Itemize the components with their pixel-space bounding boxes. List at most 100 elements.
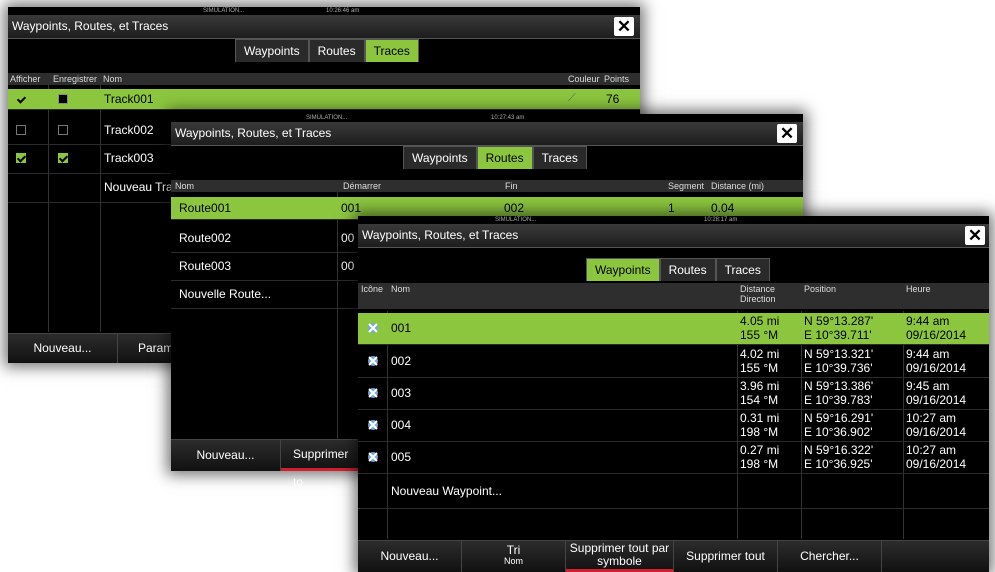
waypoint-direction: 155 °M	[740, 361, 779, 375]
status-time: 10:28:17 am	[704, 217, 738, 223]
waypoints-dialog: SIMULATION... 10:28:17 am Waypoints, Rou…	[358, 216, 989, 572]
tab-traces[interactable]: Traces	[532, 146, 587, 169]
table-row[interactable]: 002 4.02 mi 155 °M N 59°13.321' E 10°39.736'…	[358, 346, 989, 378]
show-checkbox[interactable]	[16, 125, 26, 135]
status-bar: SIMULATION... 10:28:17 am	[358, 216, 989, 224]
new-waypoint-label: Nouveau Waypoint...	[391, 484, 502, 498]
waypoint-longitude: E 10°39.736'	[804, 361, 873, 375]
table-row[interactable]: 001 4.05 mi 155 °M N 59°13.287' E 10°39.711'…	[358, 313, 989, 345]
waypoint-time: 10:27 am	[906, 411, 957, 425]
waypoint-date: 09/16/2014	[906, 393, 967, 407]
tab-routes[interactable]: Routes	[659, 258, 716, 281]
dialog-title: Waypoints, Routes, et Traces	[12, 19, 169, 33]
show-checkbox[interactable]	[16, 153, 26, 163]
delete-all-button[interactable]: Supprimer to	[281, 440, 361, 489]
delete-all-button[interactable]: Supprimer tout	[674, 541, 778, 572]
dialog-titlebar: Waypoints, Routes, et Traces ✕	[358, 224, 989, 248]
waypoint-date: 09/16/2014	[906, 361, 967, 375]
settings-button[interactable]: Param	[118, 334, 178, 363]
dialog-title: Waypoints, Routes, et Traces	[362, 228, 519, 242]
route-start: 00	[341, 231, 355, 245]
waypoint-direction: 154 °M	[740, 393, 779, 407]
close-icon: ✕	[616, 17, 632, 36]
close-button[interactable]: ✕	[614, 17, 634, 36]
table-row[interactable]: 003 3.96 mi 154 °M N 59°13.386' E 10°39.783'…	[358, 378, 989, 410]
waypoint-distance: 0.31 mi	[740, 411, 780, 425]
table-row[interactable]: Track001 ⟋ 76	[8, 89, 640, 110]
new-button[interactable]: Nouveau...	[8, 334, 118, 363]
route-segment: 1	[668, 201, 675, 215]
waypoints-table: 001 4.05 mi 155 °M N 59°13.287' E 10°39.711'…	[358, 311, 989, 539]
col-header-record: Enregistrer	[53, 74, 98, 84]
route-end: 002	[504, 201, 525, 215]
col-header-distance: Distance	[740, 284, 776, 294]
dialog-title: Waypoints, Routes, et Traces	[175, 126, 332, 140]
waypoint-name: 002	[391, 354, 412, 368]
waypoint-name: 004	[391, 418, 412, 432]
waypoint-latitude: N 59°13.386'	[804, 379, 874, 393]
waypoint-time: 9:45 am	[906, 379, 950, 393]
tab-bar: Waypoints Routes Traces	[586, 258, 770, 281]
show-checkbox[interactable]	[16, 94, 26, 104]
record-checkbox[interactable]	[58, 153, 68, 163]
record-checkbox[interactable]	[58, 94, 68, 104]
waypoint-latitude: N 59°16.322'	[804, 443, 874, 457]
sort-label: Tri	[506, 543, 521, 557]
route-name: Route002	[179, 231, 232, 245]
table-row[interactable]: 005 0.27 mi 198 °M N 59°16.322' E 10°36.925'…	[358, 442, 989, 474]
tab-bar: Waypoints Routes Traces	[403, 146, 587, 169]
table-header: Icône Nom Distance Direction Position He…	[358, 283, 989, 309]
new-button[interactable]: Nouveau...	[358, 541, 462, 572]
waypoint-date: 09/16/2014	[906, 328, 967, 342]
waypoint-latitude: N 59°16.291'	[804, 411, 874, 425]
tab-traces[interactable]: Traces	[715, 258, 770, 281]
close-icon: ✕	[967, 226, 983, 245]
track-color-icon[interactable]: ⟋	[568, 92, 576, 105]
waypoint-time: 9:44 am	[906, 347, 950, 361]
bottom-toolbar: Nouveau... Tri Nom Supprimer tout par sy…	[358, 540, 989, 572]
col-header-start: Démarrer	[343, 181, 382, 191]
col-header-distance: Distance (mi)	[711, 181, 765, 191]
dialog-titlebar: Waypoints, Routes, et Traces ✕	[8, 15, 640, 39]
waypoint-distance: 4.02 mi	[740, 347, 780, 361]
table-row[interactable]: 004 0.31 mi 198 °M N 59°16.291' E 10°36.902'…	[358, 410, 989, 442]
new-track-label: Nouveau Trac	[104, 180, 179, 194]
record-checkbox[interactable]	[58, 125, 68, 135]
track-name: Track003	[104, 151, 154, 165]
col-header-position: Position	[804, 284, 837, 294]
waypoint-name: 001	[391, 321, 412, 335]
search-button[interactable]: Chercher...	[778, 541, 882, 572]
waypoint-longitude: E 10°36.925'	[804, 457, 873, 471]
status-bar: SIMULATION... 10:26:46 am	[8, 7, 640, 15]
col-header-end: Fin	[505, 181, 518, 191]
col-header-color: Couleur	[568, 74, 600, 84]
close-button[interactable]: ✕	[965, 226, 985, 245]
sort-button[interactable]: Tri Nom	[462, 541, 566, 572]
waypoint-name: 003	[391, 386, 412, 400]
delete-by-symbol-button[interactable]: Supprimer tout par symbole	[566, 541, 674, 572]
waypoint-marker-icon	[368, 323, 378, 333]
waypoint-direction: 155 °M	[740, 328, 779, 342]
tab-waypoints[interactable]: Waypoints	[403, 146, 477, 169]
new-waypoint-item[interactable]: Nouveau Waypoint...	[358, 478, 989, 509]
dialog-titlebar: Waypoints, Routes, et Traces ✕	[171, 122, 803, 146]
waypoint-direction: 198 °M	[740, 425, 779, 439]
waypoint-longitude: E 10°39.711'	[804, 328, 872, 342]
tab-waypoints[interactable]: Waypoints	[235, 39, 309, 62]
col-header-direction: Direction	[740, 294, 776, 304]
waypoint-latitude: N 59°13.321'	[804, 347, 874, 361]
tab-routes[interactable]: Routes	[476, 146, 533, 169]
table-header: Afficher Enregistrer Nom Couleur Points	[8, 73, 640, 85]
delete-by-symbol-label-2: symbole	[597, 554, 642, 568]
waypoint-distance: 0.27 mi	[740, 443, 780, 457]
new-route-label: Nouvelle Route...	[179, 287, 272, 301]
tab-traces[interactable]: Traces	[364, 39, 419, 62]
route-name: Route003	[179, 259, 232, 273]
sort-value: Nom	[503, 556, 523, 566]
tab-routes[interactable]: Routes	[308, 39, 365, 62]
new-button[interactable]: Nouveau...	[171, 440, 281, 471]
waypoint-distance: 4.05 mi	[740, 314, 780, 328]
waypoint-time: 9:44 am	[906, 314, 950, 328]
tab-waypoints[interactable]: Waypoints	[586, 258, 660, 281]
close-button[interactable]: ✕	[777, 124, 797, 143]
